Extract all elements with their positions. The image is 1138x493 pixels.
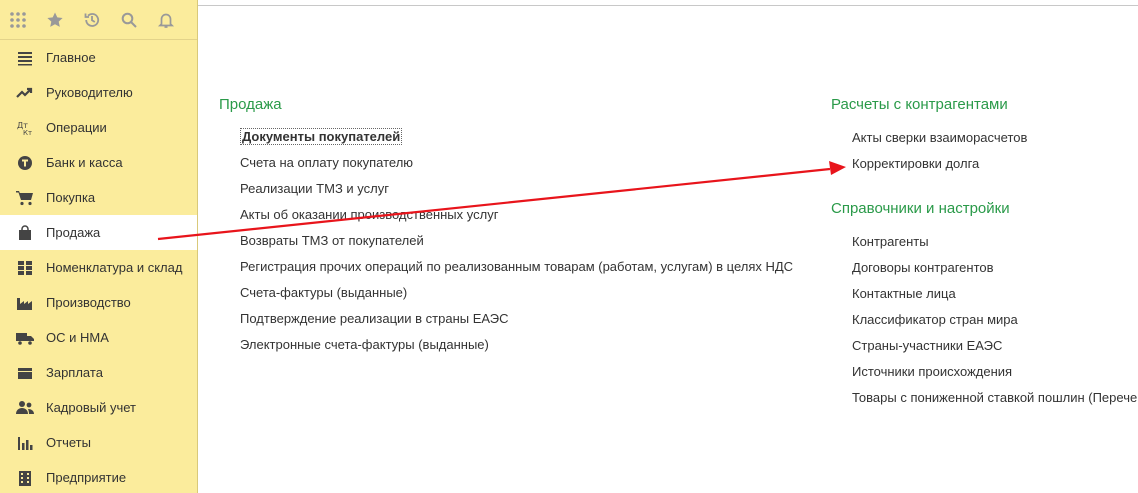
link-customer-documents[interactable]: Документы покупателей	[240, 128, 793, 154]
sidebar-item-operations[interactable]: Дт Кт Операции	[0, 110, 197, 145]
link-reconciliation-acts[interactable]: Акты сверки взаиморасчетов	[852, 129, 1027, 155]
factory-icon	[16, 294, 34, 312]
sidebar-item-fixed-assets[interactable]: ОС и НМА	[0, 320, 197, 355]
link-reduced-duty-goods[interactable]: Товары с пониженной ставкой пошлин (Пере…	[852, 389, 1138, 415]
sidebar-item-label: Операции	[46, 120, 107, 135]
sidebar-item-reports[interactable]: Отчеты	[0, 425, 197, 460]
link-customer-invoices-for-payment[interactable]: Счета на оплату покупателю	[240, 154, 793, 180]
dt-kt-icon: Дт Кт	[16, 119, 34, 137]
sidebar-item-enterprise[interactable]: Предприятие	[0, 460, 197, 493]
sidebar-item-label: Главное	[46, 50, 96, 65]
history-icon[interactable]	[83, 11, 101, 29]
section-title-sales: Продажа	[219, 96, 282, 113]
link-production-services-acts[interactable]: Акты об оказании производственных услуг	[240, 206, 793, 232]
sidebar-toolbar	[0, 0, 197, 40]
apps-grid-icon[interactable]	[9, 11, 27, 29]
link-vat-other-operations[interactable]: Регистрация прочих операций по реализова…	[240, 258, 793, 284]
sidebar-item-label: Руководителю	[46, 85, 133, 100]
star-icon[interactable]	[46, 11, 64, 29]
section-title-references: Справочники и настройки	[831, 200, 1010, 217]
link-country-classifier[interactable]: Классификатор стран мира	[852, 311, 1138, 337]
people-icon	[16, 399, 34, 417]
settlements-links: Акты сверки взаиморасчетов Корректировки…	[852, 129, 1027, 181]
link-label: Документы покупателей	[240, 128, 403, 145]
sidebar-item-label: Отчеты	[46, 435, 91, 450]
link-counterparty-contracts[interactable]: Договоры контрагентов	[852, 259, 1138, 285]
link-customer-returns[interactable]: Возвраты ТМЗ от покупателей	[240, 232, 793, 258]
sidebar-item-hr[interactable]: Кадровый учет	[0, 390, 197, 425]
sidebar-item-bank[interactable]: Банк и касса	[0, 145, 197, 180]
link-invoices-issued[interactable]: Счета-фактуры (выданные)	[240, 284, 793, 310]
sidebar-item-nomenclature[interactable]: Номенклатура и склад	[0, 250, 197, 285]
sidebar-item-label: Предприятие	[46, 470, 127, 485]
grid-icon	[16, 259, 34, 277]
sidebar-item-label: Кадровый учет	[46, 400, 136, 415]
sidebar-item-production[interactable]: Производство	[0, 285, 197, 320]
sidebar-item-salary[interactable]: Зарплата	[0, 355, 197, 390]
sidebar-item-label: Производство	[46, 295, 131, 310]
main-content: Продажа Документы покупателей Счета на о…	[199, 6, 1138, 493]
link-contact-persons[interactable]: Контактные лица	[852, 285, 1138, 311]
menu-lines-icon	[16, 49, 34, 67]
sidebar-item-director[interactable]: Руководителю	[0, 75, 197, 110]
link-counterparties[interactable]: Контрагенты	[852, 233, 1138, 259]
coin-icon	[16, 154, 34, 172]
link-eaeu-confirmation[interactable]: Подтверждение реализации в страны ЕАЭС	[240, 310, 793, 336]
trend-icon	[16, 84, 34, 102]
link-electronic-invoices-issued[interactable]: Электронные счета-фактуры (выданные)	[240, 336, 793, 362]
bell-icon[interactable]	[157, 11, 175, 29]
sidebar-item-label: ОС и НМА	[46, 330, 109, 345]
link-eaeu-countries[interactable]: Страны-участники ЕАЭС	[852, 337, 1138, 363]
svg-text:Кт: Кт	[23, 129, 32, 137]
bag-icon	[16, 224, 34, 242]
sales-links: Документы покупателей Счета на оплату по…	[240, 128, 793, 362]
sidebar-item-label: Покупка	[46, 190, 96, 205]
truck-icon	[16, 329, 34, 347]
link-sales-of-goods[interactable]: Реализации ТМЗ и услуг	[240, 180, 793, 206]
section-title-settlements: Расчеты с контрагентами	[831, 96, 1008, 113]
bar-chart-icon	[16, 434, 34, 452]
search-icon[interactable]	[120, 11, 138, 29]
sidebar-item-label: Банк и касса	[46, 155, 123, 170]
sidebar-item-label: Продажа	[46, 225, 101, 240]
building-icon	[16, 469, 34, 487]
sidebar-nav: Главное Руководителю Дт Кт Операции Банк …	[0, 40, 197, 493]
wallet-icon	[16, 364, 34, 382]
sidebar-item-label: Номенклатура и склад	[46, 260, 183, 275]
sidebar: Главное Руководителю Дт Кт Операции Банк …	[0, 0, 198, 493]
sidebar-item-purchases[interactable]: Покупка	[0, 180, 197, 215]
app-window: Главное Руководителю Дт Кт Операции Банк …	[0, 0, 1138, 493]
sidebar-item-label: Зарплата	[46, 365, 103, 380]
link-origin-sources[interactable]: Источники происхождения	[852, 363, 1138, 389]
cart-icon	[16, 189, 34, 207]
sidebar-item-sales[interactable]: Продажа	[0, 215, 197, 250]
sidebar-item-main[interactable]: Главное	[0, 40, 197, 75]
references-links: Контрагенты Договоры контрагентов Контак…	[852, 233, 1138, 415]
link-debt-adjustments[interactable]: Корректировки долга	[852, 155, 1027, 181]
